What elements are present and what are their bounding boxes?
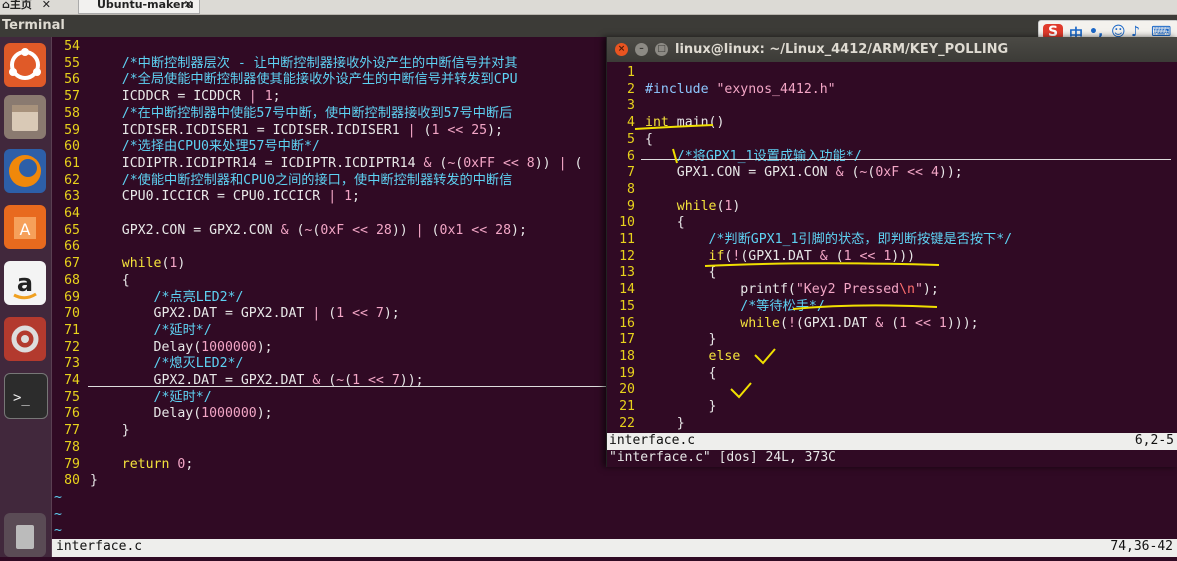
code-line: Delay(1000000); [90, 339, 273, 355]
line-number: 59 [64, 122, 80, 138]
line-number: 66 [64, 239, 80, 255]
tab-home[interactable]: ⌂主页 ✕ [0, 0, 72, 14]
code-line: GPX2.DAT = GPX2.DAT | (1 << 7); [90, 306, 400, 322]
code-line: /*熄灭LED2*/ [90, 356, 244, 372]
line-number: 62 [64, 172, 80, 188]
code-line: /*中断控制器层次 - 让中断控制器接收外设产生的中断信号并对其 [90, 55, 518, 71]
line-number: 78 [64, 439, 80, 455]
line-number: 57 [64, 89, 80, 105]
vim-statusline-main: interface.c 74,36-42 [52, 539, 1177, 557]
code-line: while(1) [121, 256, 186, 272]
vim-message-line: "interface.c" [dos] 24L, 373C [609, 450, 836, 465]
code-line: ICDISER.ICDISER1 = ICDISER.ICDISER1 | (1… [90, 122, 503, 138]
system-settings-icon[interactable] [4, 317, 46, 361]
code-line: /*选择由CPU0来处理57号中断*/ [90, 139, 320, 155]
tab-ubuntu-makeru[interactable]: Ubuntu-makeru ✕ [78, 0, 200, 14]
empty-line-marker: ~ [54, 523, 62, 539]
code-line: /*在中断控制器中使能57号中断，使中断控制器接收到57号中断后 [90, 105, 513, 121]
line-number: 80 [64, 473, 80, 489]
line-number: 69 [64, 289, 80, 305]
code-line: return 0; [121, 456, 194, 472]
svg-text:a: a [17, 269, 33, 297]
tab-home-close-icon[interactable]: ✕ [42, 0, 51, 11]
line-number: 63 [64, 189, 80, 205]
annotation-overlay [634, 124, 940, 399]
software-center-icon[interactable]: A [4, 205, 46, 249]
line-number: 68 [64, 272, 80, 288]
svg-text:A: A [20, 220, 31, 239]
line-number: 58 [64, 105, 80, 121]
line-number: 76 [64, 406, 80, 422]
terminal-window-key-polling[interactable]: × – □ linux@linux: ~/Linux_4412/ARM/KEY_… [606, 37, 1177, 467]
code-line: /*延时*/ [90, 389, 212, 405]
trash-icon[interactable] [4, 513, 46, 557]
code-line: Delay(1000000); [90, 406, 273, 422]
line-number: 67 [64, 256, 80, 272]
app-title: Terminal [2, 18, 65, 33]
unity-launcher: A a >_ [0, 37, 52, 557]
line-number: 75 [64, 389, 80, 405]
line-number: 72 [64, 339, 80, 355]
code-line: /*使能中断控制器和CPU0之间的接口，使中断控制器转发的中断信 [90, 172, 513, 188]
code-line: CPU0.ICCICR = CPU0.ICCICR | 1; [90, 189, 360, 205]
tab-home-label: 主页 [9, 0, 32, 11]
line-number: 79 [64, 456, 80, 472]
line-number: 55 [64, 55, 80, 71]
line-number: 71 [64, 322, 80, 338]
line-number: 70 [64, 306, 80, 322]
empty-line-marker: ~ [54, 506, 62, 522]
ubuntu-dash-icon[interactable] [4, 43, 46, 87]
window-title-bar: Terminal [0, 15, 1177, 37]
line-number: 61 [64, 155, 80, 171]
home-icon: ⌂ [2, 0, 10, 11]
code-line: } [90, 423, 130, 439]
line-number: 60 [64, 139, 80, 155]
code-line: { [90, 272, 130, 288]
code-line: /*延时*/ [90, 322, 212, 338]
code-line: ICDDCR = ICDDCR | 1; [90, 89, 281, 105]
svg-text:>_: >_ [13, 390, 30, 406]
line-number: 77 [64, 423, 80, 439]
code-line: ICDIPTR.ICDIPTR14 = ICDIPTR.ICDIPTR14 & … [90, 155, 583, 171]
browser-tab-strip: ⌂主页 ✕ Ubuntu-makeru ✕ [0, 0, 1177, 15]
line-number: 54 [64, 39, 80, 54]
code-line: /*全局使能中断控制器使其能接收外设产生的中断信号并转发到CPU [90, 72, 518, 88]
line-number: 64 [64, 206, 80, 221]
firefox-icon[interactable] [4, 149, 46, 193]
line-number: 65 [64, 222, 80, 238]
code-line: GPX2.DAT = GPX2.DAT & (~(1 << 7)); [90, 373, 424, 388]
code-line: /*点亮LED2*/ [90, 289, 244, 305]
terminal-icon[interactable]: >_ [4, 373, 48, 419]
code-line: GPX2.CON = GPX2.CON & (~(0xF << 28)) | (… [90, 222, 527, 238]
line-number: 73 [64, 356, 80, 372]
empty-line-marker: ~ [54, 489, 62, 505]
tab-close-icon[interactable]: ✕ [184, 0, 193, 10]
statusline-filename: interface.c [56, 539, 143, 554]
statusline-position: 74,36-42 [1110, 539, 1173, 554]
tab-ubuntu-makeru-label: Ubuntu-makeru [97, 0, 194, 11]
files-icon[interactable] [4, 95, 46, 139]
line-number: 74 [64, 373, 80, 388]
amazon-icon[interactable]: a [4, 261, 46, 305]
line-number: 56 [64, 72, 80, 88]
code-line: } [90, 473, 98, 489]
